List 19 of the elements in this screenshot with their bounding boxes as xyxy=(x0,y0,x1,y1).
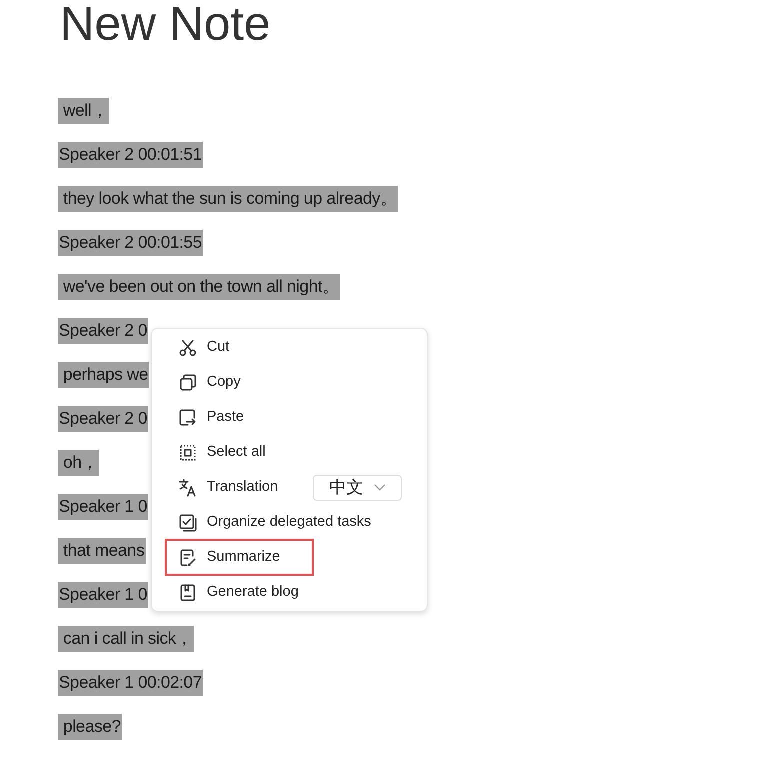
task-checkbox-icon xyxy=(178,512,198,532)
menu-item[interactable]: Select all xyxy=(166,435,413,470)
copy-icon xyxy=(178,372,198,392)
menu-item[interactable]: Organize delegated tasks xyxy=(166,505,413,540)
chevron-down-icon xyxy=(374,484,386,491)
translate-icon xyxy=(178,478,198,498)
book-icon xyxy=(178,582,198,602)
menu-item-label: Translation xyxy=(207,478,278,497)
menu-item[interactable]: Summarize xyxy=(166,540,313,575)
language-dropdown[interactable]: 中文 xyxy=(313,474,402,500)
paste-icon xyxy=(178,408,198,428)
menu-item[interactable]: Generate blog xyxy=(166,575,413,610)
menu-item[interactable]: Cut xyxy=(166,330,413,365)
scissors-icon xyxy=(178,338,198,358)
select-all-icon xyxy=(178,442,198,462)
note-title: New Note xyxy=(60,0,271,50)
menu-item[interactable]: Paste xyxy=(166,400,413,435)
menu-item[interactable]: Copy xyxy=(166,365,413,400)
edit-document-icon xyxy=(178,548,198,568)
